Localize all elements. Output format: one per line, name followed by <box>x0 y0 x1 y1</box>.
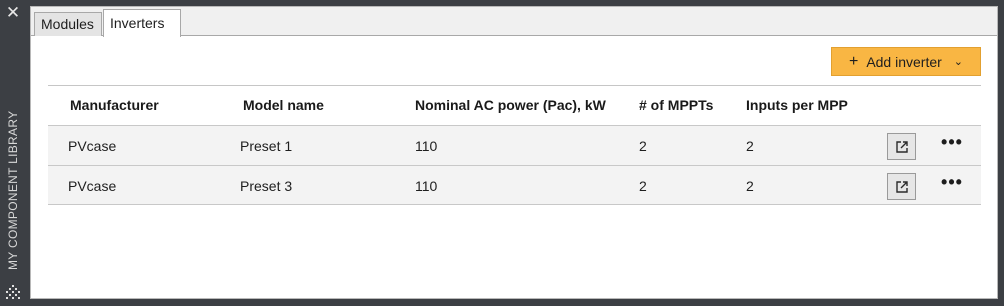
add-inverter-label: Add inverter <box>866 53 942 70</box>
tab-inverters[interactable]: Inverters <box>103 9 181 37</box>
inverters-table: Manufacturer Model name Nominal AC power… <box>48 85 981 205</box>
more-options-icon[interactable]: ••• <box>936 133 968 157</box>
close-icon[interactable]: ✕ <box>5 4 21 21</box>
cell-inputs-per-mppt: 2 <box>746 178 754 194</box>
cell-inputs-per-mppt: 2 <box>746 138 754 154</box>
column-header-nominal-ac-power[interactable]: Nominal AC power (Pac), kW <box>415 97 606 113</box>
cell-mppts: 2 <box>639 178 647 194</box>
column-header-mppts[interactable]: # of MPPTs <box>639 97 713 113</box>
plus-icon: + <box>848 52 859 70</box>
cell-manufacturer: PVcase <box>68 178 117 194</box>
open-external-icon <box>895 140 908 153</box>
side-rail: ✕ MY COMPONENT LIBRARY <box>0 0 26 306</box>
cell-nominal-ac-power: 110 <box>415 178 438 194</box>
tab-modules[interactable]: Modules <box>34 12 102 36</box>
cell-manufacturer: PVcase <box>68 138 117 154</box>
chevron-down-icon: ⌄ <box>953 56 964 68</box>
add-inverter-button[interactable]: + Add inverter ⌄ <box>831 47 981 76</box>
column-header-model-name[interactable]: Model name <box>243 97 324 113</box>
column-header-inputs-per-mppt[interactable]: Inputs per MPP <box>746 97 850 113</box>
component-library-panel: Modules Inverters + Add inverter ⌄ Manuf… <box>30 6 998 299</box>
more-options-icon[interactable]: ••• <box>936 173 968 197</box>
panel-title: MY COMPONENT LIBRARY <box>6 110 20 270</box>
cell-nominal-ac-power: 110 <box>415 138 438 154</box>
open-external-button[interactable] <box>887 173 916 200</box>
tab-strip: Modules Inverters <box>31 7 997 37</box>
grip-icon[interactable] <box>4 284 22 302</box>
column-header-manufacturer[interactable]: Manufacturer <box>70 97 159 113</box>
cell-mppts: 2 <box>639 138 647 154</box>
cell-model-name: Preset 1 <box>240 138 293 154</box>
table-header: Manufacturer Model name Nominal AC power… <box>48 85 981 125</box>
open-external-icon <box>895 180 908 193</box>
table-row[interactable]: PVcase Preset 1 110 2 2 ••• <box>48 125 981 165</box>
cell-model-name: Preset 3 <box>240 178 293 194</box>
open-external-button[interactable] <box>887 133 916 160</box>
table-row[interactable]: PVcase Preset 3 110 2 2 ••• <box>48 165 981 205</box>
